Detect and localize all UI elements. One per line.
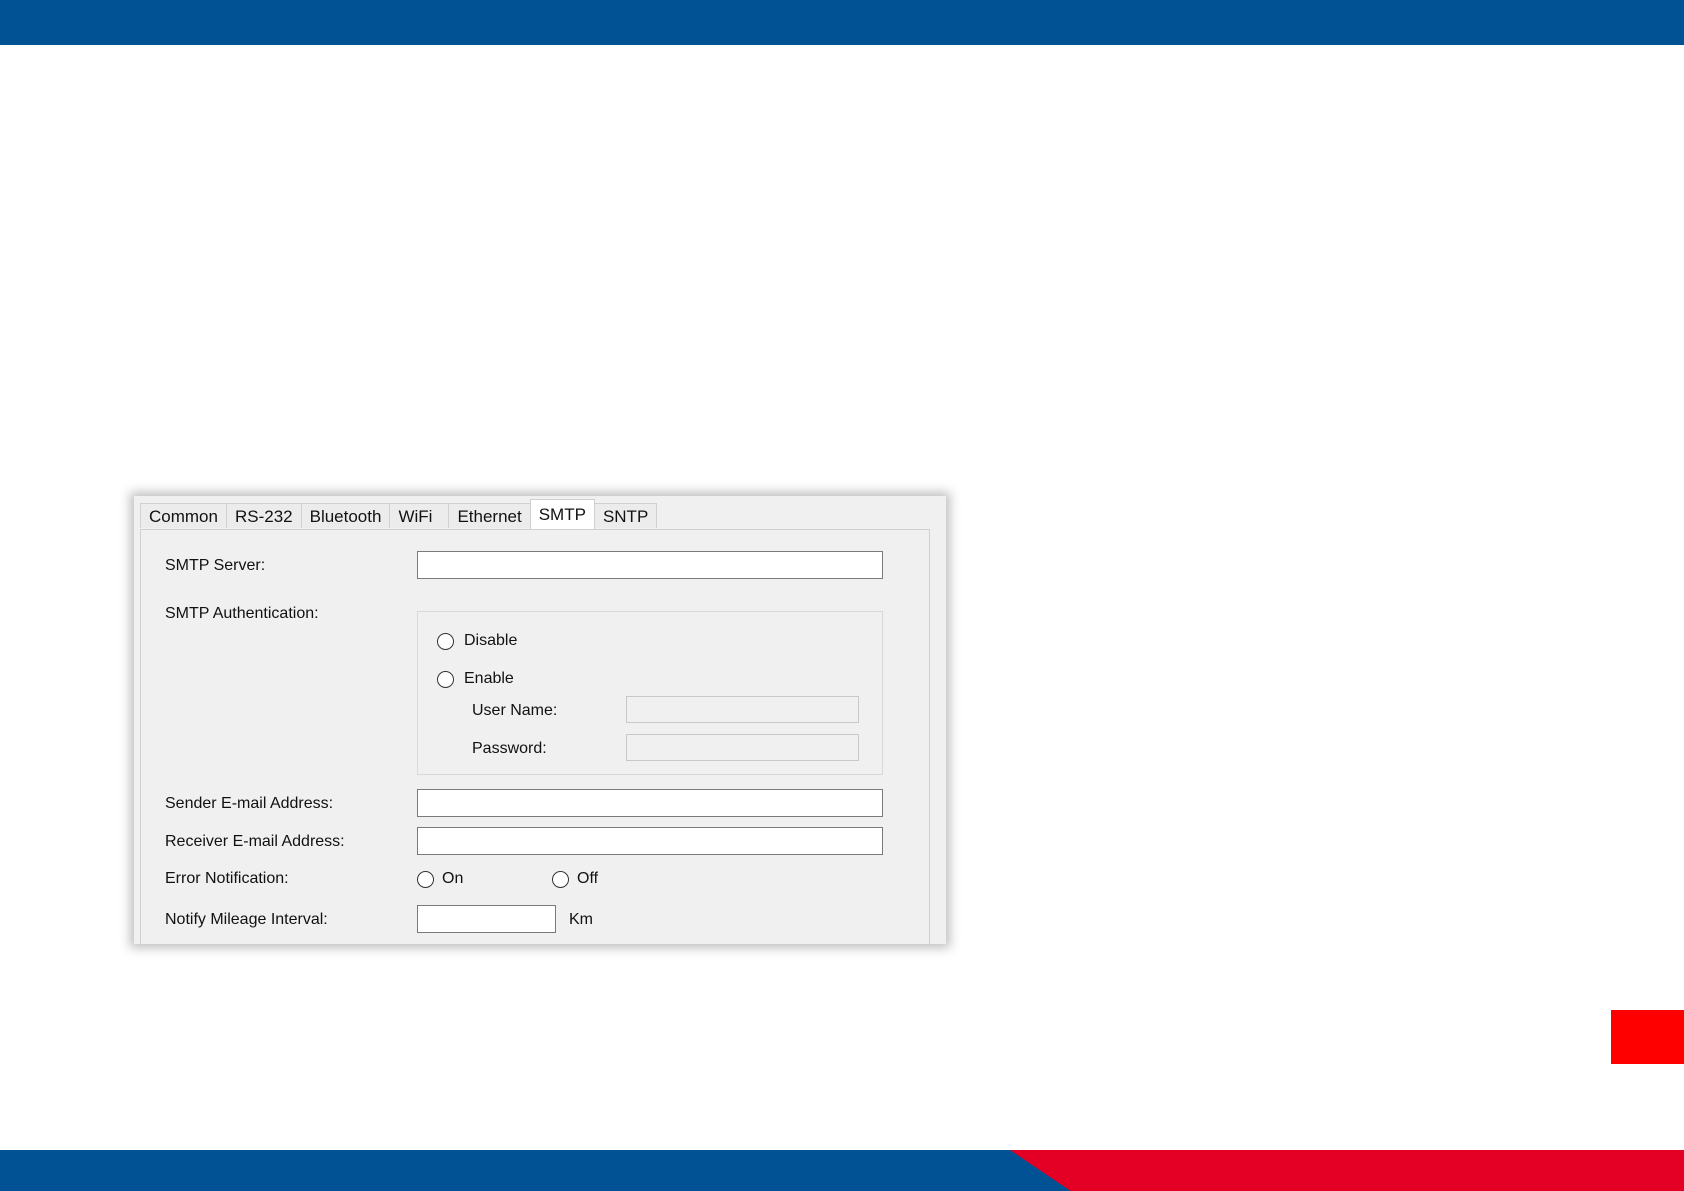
tab-bluetooth[interactable]: Bluetooth [300,503,391,528]
notify-mileage-interval-input[interactable] [417,905,556,933]
bottom-footer-red-accent [1010,1150,1684,1191]
password-label: Password: [472,740,547,757]
password-input[interactable] [626,734,859,761]
settings-dialog: Common RS-232 Bluetooth WiFi Ethernet SM… [134,496,946,944]
smtp-server-input[interactable] [417,551,883,579]
smtp-authentication-label: SMTP Authentication: [165,605,319,622]
tab-common[interactable]: Common [140,503,227,528]
user-name-input[interactable] [626,696,859,723]
error-notification-label: Error Notification: [165,870,289,887]
tab-ethernet[interactable]: Ethernet [448,503,531,528]
sender-email-label: Sender E-mail Address: [165,795,334,812]
sender-email-input[interactable] [417,789,883,817]
user-name-label: User Name: [472,702,558,719]
auth-disable-radio[interactable] [437,633,454,650]
receiver-email-label: Receiver E-mail Address: [165,833,345,850]
tab-sntp[interactable]: SNTP [593,503,658,528]
error-notification-on-radio[interactable] [417,871,434,888]
tab-bar: Common RS-232 Bluetooth WiFi Ethernet SM… [140,499,658,529]
error-notification-off-label: Off [577,870,599,887]
top-header-band [0,0,1684,45]
receiver-email-input[interactable] [417,827,883,855]
auth-enable-radio[interactable] [437,671,454,688]
side-page-tab [1611,1010,1684,1064]
smtp-server-label: SMTP Server: [165,557,266,574]
auth-enable-label: Enable [464,670,514,687]
auth-disable-label: Disable [464,632,518,649]
tab-rs-232[interactable]: RS-232 [225,503,302,528]
error-notification-off-radio[interactable] [552,871,569,888]
error-notification-on-label: On [442,870,464,887]
smtp-panel: SMTP Server: SMTP Authentication: Disabl… [140,529,930,944]
tab-wifi[interactable]: WiFi [389,503,450,528]
tab-smtp[interactable]: SMTP [529,499,595,529]
mileage-unit-label: Km [569,911,593,928]
notify-mileage-interval-label: Notify Mileage Interval: [165,911,328,928]
